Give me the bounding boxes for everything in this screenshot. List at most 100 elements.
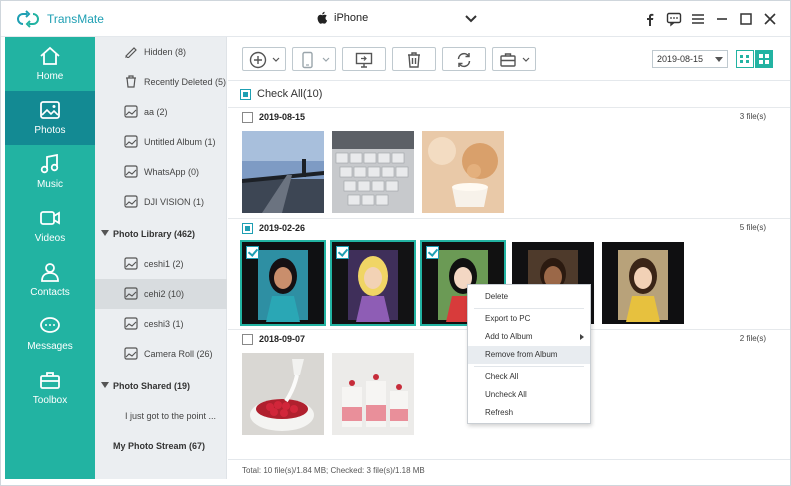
photo-library-section[interactable]: Photo Library (462): [95, 219, 227, 249]
nav-videos[interactable]: Videos: [5, 199, 95, 253]
grid-view-button[interactable]: [755, 50, 773, 68]
nav-contacts[interactable]: Contacts: [5, 253, 95, 307]
album-item-ceshi1[interactable]: ceshi1 (2): [95, 249, 227, 279]
selected-checkmark-icon[interactable]: [426, 246, 439, 259]
group-date: 2019-08-15: [259, 112, 306, 122]
menu-item-remove-from-album[interactable]: Remove from Album: [468, 346, 590, 364]
main-nav: Home Photos Music Videos Contacts Messag…: [5, 37, 95, 479]
add-button[interactable]: [242, 47, 286, 71]
photo-thumbnail-princess-5[interactable]: [602, 242, 684, 324]
album-item-shared[interactable]: I just got to the point ...: [95, 401, 227, 431]
nav-music[interactable]: Music: [5, 145, 95, 199]
check-all-checkbox[interactable]: [240, 89, 251, 100]
photo-thumbnail-princess-2[interactable]: [330, 240, 416, 326]
album-label: aa (2): [144, 107, 168, 117]
menu-divider: [474, 308, 584, 309]
album-item-ceshi3[interactable]: ceshi3 (1): [95, 309, 227, 339]
selected-checkmark-icon[interactable]: [336, 246, 349, 259]
facebook-icon[interactable]: [642, 11, 658, 27]
album-item-recently-deleted[interactable]: Recently Deleted (5): [95, 67, 227, 97]
delete-button[interactable]: [392, 47, 436, 71]
album-label: cehi2 (10): [144, 289, 185, 299]
photo-desserts: [332, 353, 414, 435]
menu-item-delete[interactable]: Delete: [468, 288, 590, 306]
album-item-cehi2[interactable]: cehi2 (10): [95, 279, 227, 309]
menu-divider: [474, 366, 584, 367]
album-label: Recently Deleted (5): [144, 77, 227, 87]
status-text: Total: 10 file(s)/1.84 MB; Checked: 3 fi…: [242, 466, 425, 475]
photo-shared-section[interactable]: Photo Shared (19): [95, 371, 227, 401]
photo-thumbnail-princess-1[interactable]: [240, 240, 326, 326]
album-item-untitled[interactable]: Untitled Album (1): [95, 127, 227, 157]
group-date: 2018-09-07: [259, 334, 306, 344]
photo-stream-section[interactable]: My Photo Stream (67): [95, 431, 227, 461]
section-label: Photo Shared (19): [113, 381, 191, 391]
section-label: Photo Library (462): [113, 229, 196, 239]
list-view-button[interactable]: [736, 50, 754, 68]
toolbox-button[interactable]: [492, 47, 536, 71]
transmate-logo-icon: [17, 10, 39, 28]
photo-thumbnail-desserts[interactable]: [332, 353, 414, 435]
refresh-button[interactable]: [442, 47, 486, 71]
album-item-dji-vision[interactable]: DJI VISION (1): [95, 187, 227, 217]
nav-home[interactable]: Home: [5, 37, 95, 91]
photo-thumbnail-cup[interactable]: [422, 131, 504, 213]
feedback-icon[interactable]: [666, 11, 682, 27]
messages-icon: [40, 317, 60, 333]
album-item-whatsapp[interactable]: WhatsApp (0): [95, 157, 227, 187]
nav-messages[interactable]: Messages: [5, 307, 95, 361]
app-title: TransMate: [47, 12, 104, 26]
apple-icon: [317, 11, 328, 24]
photo-cup: [422, 131, 504, 213]
toolbox-icon: [500, 53, 516, 67]
close-icon[interactable]: [762, 11, 778, 27]
date-filter-select[interactable]: 2019-08-15: [652, 50, 728, 68]
title-bar: TransMate iPhone: [1, 1, 790, 37]
album-item-hidden[interactable]: Hidden (8): [95, 37, 227, 67]
group-date: 2019-02-26: [259, 223, 306, 233]
group-count: 3 file(s): [739, 112, 766, 121]
menu-item-add-to-album[interactable]: Add to Album: [468, 328, 590, 346]
album-label: WhatsApp (0): [144, 167, 200, 177]
group-count: 2 file(s): [739, 334, 766, 343]
menu-item-check-all[interactable]: Check All: [468, 368, 590, 386]
nav-photos[interactable]: Photos: [5, 91, 95, 145]
menu-item-refresh[interactable]: Refresh: [468, 404, 590, 422]
toolbar: 2019-08-15: [228, 37, 790, 81]
album-item-aa[interactable]: aa (2): [95, 97, 227, 127]
chevron-down-icon: [272, 57, 280, 62]
date-group-header: 2019-02-26 5 file(s): [228, 218, 790, 238]
menu-item-export-to-pc[interactable]: Export to PC: [468, 310, 590, 328]
export-to-pc-icon: [355, 52, 373, 68]
device-selector[interactable]: iPhone: [313, 8, 481, 30]
add-icon: [249, 51, 267, 69]
album-item-camera-roll[interactable]: Camera Roll (26): [95, 339, 227, 369]
nav-toolbox[interactable]: Toolbox: [5, 361, 95, 415]
album-icon: [124, 195, 138, 208]
album-icon: [124, 347, 138, 360]
hidden-album-icon: [125, 47, 137, 58]
minimize-icon[interactable]: [714, 11, 730, 27]
submenu-arrow-icon: [580, 334, 584, 340]
group-checkbox[interactable]: [242, 334, 253, 345]
menu-item-label: Remove from Album: [485, 350, 558, 359]
photo-thumbnail-keyboard[interactable]: [332, 131, 414, 213]
chevron-down-icon: [522, 57, 530, 62]
date-group-header: 2019-08-15 3 file(s): [228, 107, 790, 127]
menu-icon[interactable]: [690, 11, 706, 27]
export-to-device-button[interactable]: [292, 47, 336, 71]
selected-checkmark-icon[interactable]: [246, 246, 259, 259]
collapse-arrow-icon: [101, 382, 109, 388]
status-bar: Total: 10 file(s)/1.84 MB; Checked: 3 fi…: [228, 459, 790, 479]
group-checkbox[interactable]: [242, 223, 253, 234]
album-label: DJI VISION (1): [144, 197, 205, 207]
menu-item-uncheck-all[interactable]: Uncheck All: [468, 386, 590, 404]
maximize-icon[interactable]: [738, 11, 754, 27]
chevron-down-icon: [322, 57, 330, 62]
chevron-down-icon: [715, 57, 723, 62]
export-to-pc-button[interactable]: [342, 47, 386, 71]
photo-thumbnail-raspberries[interactable]: [242, 353, 324, 435]
collapse-arrow-icon: [101, 230, 109, 236]
group-checkbox[interactable]: [242, 112, 253, 123]
photo-thumbnail-bridge[interactable]: [242, 131, 324, 213]
